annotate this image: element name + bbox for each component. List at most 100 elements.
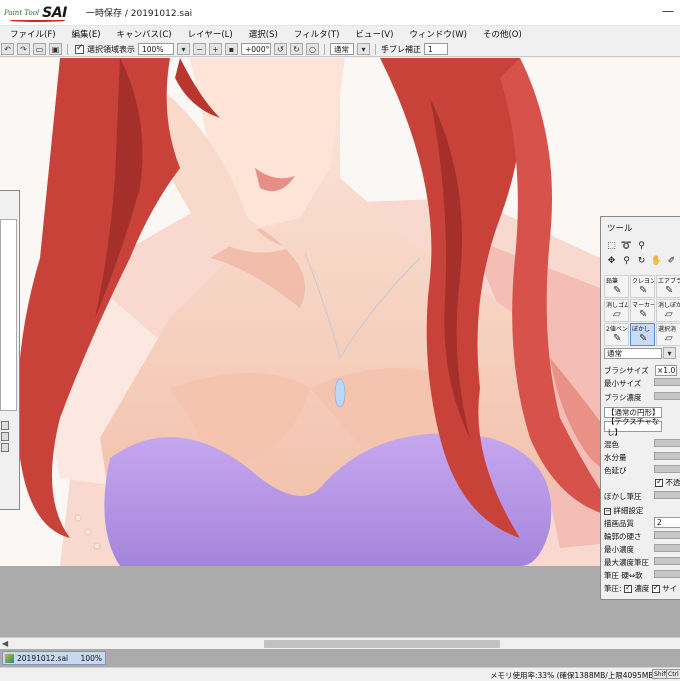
menu-other[interactable]: その他(O) bbox=[477, 28, 528, 40]
eraser-icon: ▱ bbox=[665, 309, 673, 320]
window-title: 一時保存 / 20191012.sai bbox=[86, 9, 193, 19]
menu-select[interactable]: 選択(S) bbox=[243, 28, 284, 40]
brush-marker[interactable]: マーカー ✎ bbox=[630, 299, 655, 322]
menu-file[interactable]: ファイル(F) bbox=[4, 28, 62, 40]
zoom-reset-icon[interactable]: ▪ bbox=[225, 43, 238, 55]
blur-icon: ✎ bbox=[639, 333, 648, 344]
rotate-left-icon[interactable]: ↺ bbox=[274, 43, 287, 55]
brush-crayon[interactable]: クレヨン ✎ bbox=[630, 275, 655, 298]
horizontal-scrollbar[interactable]: ◀ bbox=[0, 637, 680, 649]
brush-pencil[interactable]: 鉛筆 ✎ bbox=[604, 275, 629, 298]
rect-select-icon[interactable]: ⬚ bbox=[605, 239, 618, 252]
stretch-slider[interactable] bbox=[654, 465, 680, 473]
collapse-icon[interactable]: − bbox=[604, 508, 611, 515]
tool-panel-title: ツール bbox=[607, 224, 633, 234]
texture-select[interactable]: 【テクスチャなし】 bbox=[604, 417, 662, 437]
brush-size-label: ブラシサイズ bbox=[604, 366, 649, 375]
min-size-slider[interactable] bbox=[654, 378, 680, 386]
min-density-slider[interactable] bbox=[654, 544, 680, 552]
brush-size-multiplier[interactable]: ×1.0 bbox=[655, 365, 678, 376]
hand-icon[interactable]: ✋ bbox=[650, 254, 663, 267]
zoom-out-icon[interactable]: − bbox=[193, 43, 206, 55]
deselect-icon[interactable]: ▭ bbox=[33, 43, 46, 55]
toolbar-separator bbox=[67, 43, 68, 55]
move-icon[interactable]: ✥ bbox=[605, 254, 618, 267]
water-slider[interactable] bbox=[654, 452, 680, 460]
rotate-reset-icon[interactable]: ○ bbox=[306, 43, 319, 55]
nav-zoom-button[interactable] bbox=[1, 421, 9, 430]
magic-wand-icon[interactable]: ⚲ bbox=[635, 239, 648, 252]
nav-rotate-button[interactable] bbox=[1, 443, 9, 452]
pen-icon: ✎ bbox=[613, 333, 622, 344]
menu-filter[interactable]: フィルタ(T) bbox=[288, 28, 346, 40]
lasso-icon[interactable]: ➰ bbox=[620, 239, 633, 252]
pressure-size-checkbox[interactable] bbox=[651, 583, 660, 593]
scroll-left-icon[interactable]: ◀ bbox=[2, 639, 8, 648]
edge-hardness-slider[interactable] bbox=[654, 531, 680, 539]
scrollbar-thumb[interactable] bbox=[264, 640, 500, 648]
brush-label: 2値ペン bbox=[606, 326, 628, 333]
blend-mode-field[interactable]: 通常 bbox=[330, 43, 354, 55]
detail-settings-label: 詳細設定 bbox=[613, 506, 644, 515]
minimize-button[interactable]: — bbox=[662, 4, 674, 18]
keep-opacity-checkbox[interactable] bbox=[655, 477, 663, 487]
nav-zoom-button[interactable] bbox=[1, 432, 9, 441]
max-density-slider[interactable] bbox=[654, 557, 680, 565]
brush-blur-eraser[interactable]: 消しぼか ▱ bbox=[656, 299, 680, 322]
canvas-area[interactable] bbox=[0, 58, 680, 638]
eyedropper-icon[interactable]: ✐ bbox=[665, 254, 678, 267]
crop-icon[interactable]: ▣ bbox=[49, 43, 62, 55]
brush-blur[interactable]: ぼかし ✎ bbox=[630, 323, 655, 346]
mix-slider[interactable] bbox=[654, 439, 680, 447]
crayon-icon: ✎ bbox=[639, 285, 648, 296]
min-density-label: 最小濃度 bbox=[604, 545, 634, 554]
blur-pressure-slider[interactable] bbox=[654, 491, 680, 499]
document-zoom: 100% bbox=[80, 653, 102, 663]
stabilizer-field[interactable]: 1 bbox=[424, 43, 448, 55]
brush-select-eraser[interactable]: 選択消 ▱ bbox=[656, 323, 680, 346]
stabilizer-label: 手ブレ補正 bbox=[381, 44, 421, 54]
brush-binary-pen[interactable]: 2値ペン ✎ bbox=[604, 323, 629, 346]
detail-settings-toggle[interactable]: − 詳細設定 bbox=[604, 505, 643, 516]
menu-canvas[interactable]: キャンバス(C) bbox=[111, 28, 178, 40]
show-selection-checkbox[interactable] bbox=[75, 43, 84, 54]
document-tab[interactable]: 20191012.sai 100% bbox=[2, 651, 106, 665]
document-tab-strip: 20191012.sai 100% bbox=[0, 649, 680, 667]
artwork-illustration bbox=[17, 58, 660, 566]
rotation-field[interactable]: +000° bbox=[241, 43, 271, 55]
keep-opacity-option[interactable]: 不透 bbox=[655, 477, 680, 488]
brush-eraser[interactable]: 消しゴム ▱ bbox=[604, 299, 629, 322]
blend-dropdown-icon[interactable]: ▾ bbox=[663, 347, 676, 359]
zoom-in-icon[interactable]: + bbox=[209, 43, 222, 55]
pressure-density-label: 濃度 bbox=[634, 584, 650, 593]
artwork-canvas[interactable] bbox=[0, 58, 680, 566]
brush-label: エアブラシ bbox=[658, 278, 680, 285]
quality-field[interactable]: 2 bbox=[654, 517, 680, 528]
pressure-density-checkbox[interactable] bbox=[623, 583, 632, 593]
menu-window[interactable]: ウィンドウ(W) bbox=[403, 28, 473, 40]
pressure-hardness-slider[interactable] bbox=[654, 570, 680, 578]
keep-opacity-label: 不透 bbox=[665, 478, 680, 487]
brush-airbrush[interactable]: エアブラシ ✎ bbox=[656, 275, 680, 298]
blank-icon bbox=[650, 239, 663, 252]
rotate-icon[interactable]: ↻ bbox=[635, 254, 648, 267]
ctrl-key-indicator: Ctrl bbox=[666, 669, 680, 679]
max-density-label: 最大濃度筆圧 bbox=[604, 558, 649, 567]
show-selection-label: 選択領域表示 bbox=[87, 44, 135, 54]
brush-blend-select[interactable]: 通常 bbox=[604, 348, 662, 359]
undo-icon[interactable]: ↶ bbox=[1, 43, 14, 55]
brush-label: 選択消 bbox=[658, 326, 677, 333]
menu-view[interactable]: ビュー(V) bbox=[349, 28, 399, 40]
zoom-dropdown-icon[interactable]: ▾ bbox=[177, 43, 190, 55]
brush-density-slider[interactable] bbox=[654, 392, 680, 400]
zoom-field[interactable]: 100% bbox=[138, 43, 174, 55]
menu-bar: ファイル(F) 編集(E) キャンバス(C) レイヤー(L) 選択(S) フィル… bbox=[0, 26, 680, 42]
rotate-right-icon[interactable]: ↻ bbox=[290, 43, 303, 55]
zoom-icon[interactable]: ⚲ bbox=[620, 254, 633, 267]
tool-panel: ツール ⬚ ➰ ⚲ ✥ ⚲ ↻ ✋ ✐ 鉛筆 ✎ クレヨン ✎ エアブラシ ✎ … bbox=[600, 216, 680, 600]
menu-layer[interactable]: レイヤー(L) bbox=[182, 28, 239, 40]
redo-icon[interactable]: ↷ bbox=[17, 43, 30, 55]
navigator-preview[interactable] bbox=[0, 219, 17, 411]
blend-mode-dropdown-icon[interactable]: ▾ bbox=[357, 43, 370, 55]
menu-edit[interactable]: 編集(E) bbox=[66, 28, 107, 40]
